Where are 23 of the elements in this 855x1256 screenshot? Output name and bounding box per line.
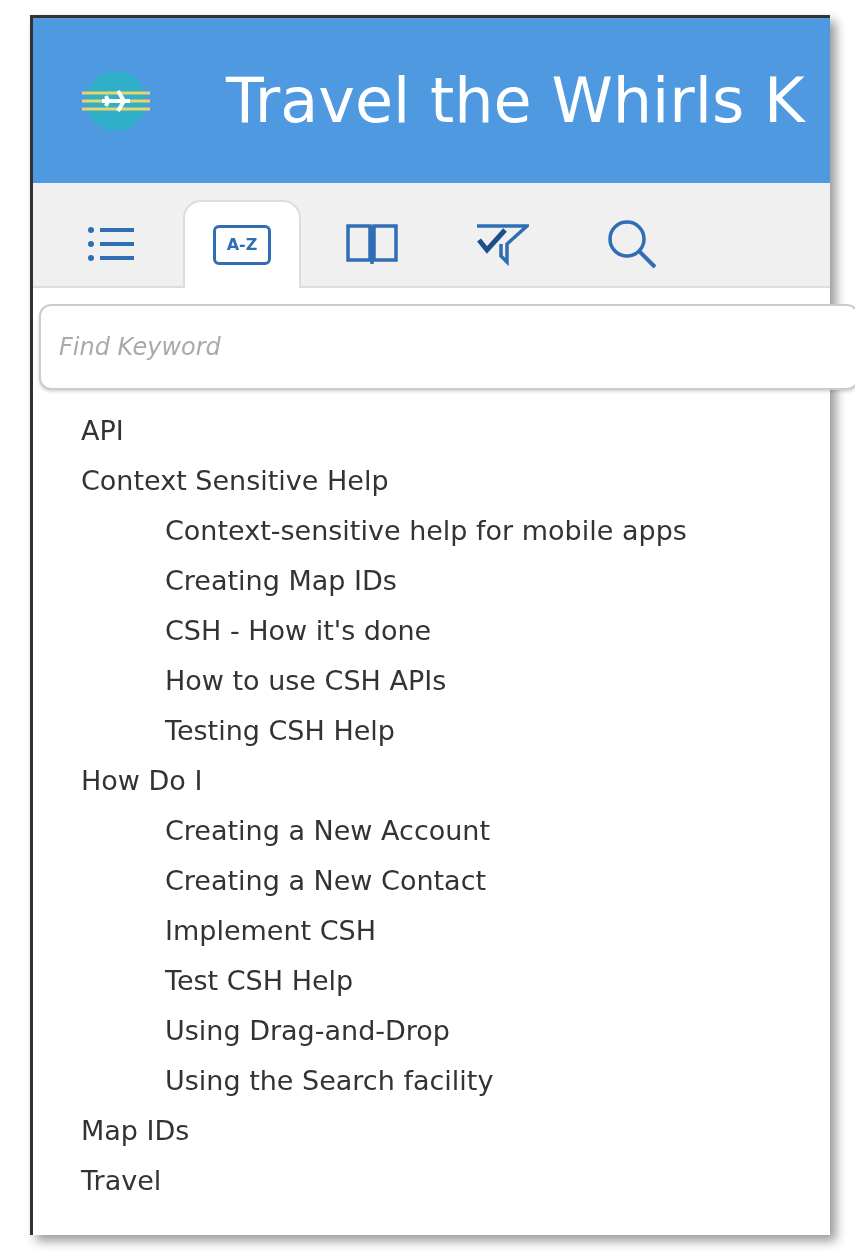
keyword-item[interactable]: Travel xyxy=(33,1156,830,1206)
keyword-search-field[interactable]: Find Keyword xyxy=(39,304,855,390)
keyword-item[interactable]: Creating a New Account xyxy=(33,806,830,856)
keyword-item[interactable]: Test CSH Help xyxy=(33,956,830,1006)
book-icon xyxy=(345,222,399,266)
folder-label-icon: A-Z xyxy=(213,225,271,265)
keyword-item[interactable]: CSH - How it's done xyxy=(33,606,830,656)
keyword-item[interactable]: API xyxy=(33,406,830,456)
keyword-item[interactable]: Implement CSH xyxy=(33,906,830,956)
keyword-item[interactable]: Context-sensitive help for mobile apps xyxy=(33,506,830,556)
tab[interactable]: A-Z xyxy=(183,200,301,288)
keyword-item[interactable]: How Do I xyxy=(33,756,830,806)
search-icon xyxy=(606,218,658,270)
keyword-item[interactable]: Context Sensitive Help xyxy=(33,456,830,506)
keyword-item[interactable]: Creating Map IDs xyxy=(33,556,830,606)
keyword-item[interactable]: Using Drag-and-Drop xyxy=(33,1006,830,1056)
keyword-item[interactable]: How to use CSH APIs xyxy=(33,656,830,706)
keyword-item[interactable]: Creating a New Contact xyxy=(33,856,830,906)
keyword-item[interactable]: Map IDs xyxy=(33,1106,830,1156)
keyword-item[interactable]: Using the Search facility xyxy=(33,1056,830,1106)
keyword-item[interactable]: Testing CSH Help xyxy=(33,706,830,756)
header-title: Travel the Whirls K xyxy=(226,63,805,139)
filter-check-icon xyxy=(475,222,529,266)
